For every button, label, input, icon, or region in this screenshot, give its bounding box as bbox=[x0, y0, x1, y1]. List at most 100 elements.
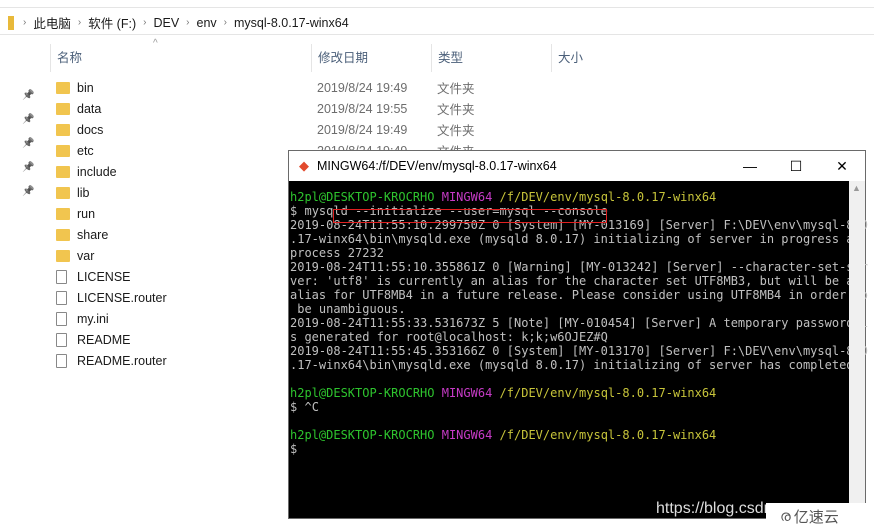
breadcrumb-item[interactable]: 软件 (F:) bbox=[88, 13, 136, 32]
list-item[interactable]: data 2019/8/24 19:55 文件夹 bbox=[56, 98, 476, 119]
command-text: ^C bbox=[304, 400, 319, 414]
prompt-path: /f/DEV/env/mysql-8.0.17-winx64 bbox=[499, 190, 717, 204]
chevron-right-icon: › bbox=[143, 17, 147, 28]
terminal-title: MINGW64:/f/DEV/env/mysql-8.0.17-winx64 bbox=[317, 159, 557, 173]
output-text: ver: 'utf8' is currently an alias for th… bbox=[290, 274, 861, 288]
prompt-user: h2pl@DESKTOP-KROCRHO bbox=[290, 190, 435, 204]
output-text: .17-winx64\bin\mysqld.exe (mysqld 8.0.17… bbox=[290, 358, 854, 372]
item-name: include bbox=[77, 164, 117, 179]
chevron-right-icon: › bbox=[77, 17, 82, 28]
close-button[interactable]: ✕ bbox=[819, 151, 865, 181]
terminal-line: process 27232 bbox=[290, 246, 850, 260]
terminal-output[interactable]: h2pl@DESKTOP-KROCRHO MINGW64 /f/DEV/env/… bbox=[290, 190, 868, 456]
pin-icon[interactable]: 📌 bbox=[22, 90, 34, 101]
pin-icon[interactable]: 📌 bbox=[22, 186, 34, 197]
breadcrumb[interactable]: › 此电脑 › 软件 (F:) › DEV › env › mysql-8.0.17-winx64 bbox=[0, 11, 874, 35]
item-date: 2019/8/24 19:55 bbox=[317, 101, 408, 116]
terminal-line: h2pl@DESKTOP-KROCRHO MINGW64 /f/DEV/env/… bbox=[290, 428, 850, 442]
terminal-line: be unambiguous. bbox=[290, 302, 850, 316]
breadcrumb-item[interactable]: env bbox=[197, 16, 217, 30]
scroll-up-icon[interactable]: ▲ bbox=[852, 183, 861, 193]
item-type: 文件夹 bbox=[437, 82, 475, 96]
prompt-env: MINGW64 bbox=[441, 190, 493, 204]
terminal-line: ver: 'utf8' is currently an alias for th… bbox=[290, 274, 861, 288]
watermark-url: https://blog.csdn bbox=[656, 500, 773, 517]
item-name: bin bbox=[77, 80, 94, 95]
item-date: 2019/8/24 19:49 bbox=[317, 122, 408, 137]
dollar: $ bbox=[290, 442, 298, 456]
terminal-line: $ bbox=[290, 442, 850, 456]
breadcrumb-item[interactable]: DEV bbox=[153, 16, 179, 30]
chevron-right-icon: › bbox=[223, 17, 228, 28]
prompt-env: MINGW64 bbox=[441, 386, 493, 400]
item-name: README bbox=[77, 332, 131, 347]
output-text: process 27232 bbox=[290, 246, 384, 260]
folder-icon bbox=[56, 81, 70, 94]
minimize-button[interactable]: — bbox=[727, 151, 773, 181]
item-name: lib bbox=[77, 185, 90, 200]
item-name: README.router bbox=[77, 353, 167, 368]
terminal-line: 2019-08-24T11:55:45.353166Z 0 [System] [… bbox=[290, 344, 868, 358]
output-text: be unambiguous. bbox=[290, 302, 406, 316]
chevron-right-icon: › bbox=[23, 17, 27, 28]
item-name: docs bbox=[77, 122, 104, 137]
command-highlight bbox=[333, 209, 607, 223]
list-item[interactable]: docs 2019/8/24 19:49 文件夹 bbox=[56, 119, 476, 140]
item-type: 文件夹 bbox=[437, 124, 475, 138]
watermark-brand: 亿速云 bbox=[793, 508, 839, 526]
file-icon bbox=[56, 332, 67, 347]
breadcrumb-item[interactable]: mysql-8.0.17-winx64 bbox=[234, 16, 349, 30]
ribbon bbox=[0, 0, 874, 8]
column-size[interactable]: 大小 bbox=[551, 44, 671, 72]
file-icon bbox=[56, 311, 67, 326]
file-icon bbox=[56, 353, 67, 368]
folder-icon bbox=[56, 102, 70, 115]
folder-icon bbox=[56, 228, 70, 241]
item-name: etc bbox=[77, 143, 94, 158]
folder-icon bbox=[56, 144, 70, 157]
git-icon: ◆ bbox=[299, 158, 309, 173]
terminal-line: 2019-08-24T11:55:10.355861Z 0 [Warning] … bbox=[290, 260, 868, 274]
item-name: var bbox=[77, 248, 95, 263]
dollar: $ bbox=[290, 400, 298, 414]
output-text: alias for UTF8MB4 in a future release. P… bbox=[290, 288, 868, 302]
terminal-line: h2pl@DESKTOP-KROCRHO MINGW64 /f/DEV/env/… bbox=[290, 386, 850, 400]
output-text: 2019-08-24T11:55:10.355861Z 0 [Warning] … bbox=[290, 260, 868, 274]
item-name: LICENSE bbox=[77, 269, 131, 284]
item-name: my.ini bbox=[77, 311, 109, 326]
output-text: s generated for root@localhost: k;k;w6OJ… bbox=[290, 330, 608, 344]
folder-icon bbox=[56, 165, 70, 178]
item-name: LICENSE.router bbox=[77, 290, 167, 305]
folder-icon bbox=[8, 15, 14, 30]
item-type: 文件夹 bbox=[437, 103, 475, 117]
terminal-window[interactable]: ◆ MINGW64:/f/DEV/env/mysql-8.0.17-winx64… bbox=[288, 150, 868, 519]
terminal-line: $ ^C bbox=[290, 400, 850, 414]
column-name[interactable]: 名称 bbox=[50, 44, 312, 72]
list-item[interactable]: bin 2019/8/24 19:49 文件夹 bbox=[56, 77, 476, 98]
cloud-logo-icon: ര bbox=[780, 507, 791, 525]
terminal-line: 2019-08-24T11:55:33.531673Z 5 [Note] [MY… bbox=[290, 316, 868, 330]
file-icon bbox=[56, 290, 67, 305]
terminal-line: s generated for root@localhost: k;k;w6OJ… bbox=[290, 330, 850, 344]
watermark-logo: ര 亿速云 bbox=[766, 503, 874, 529]
folder-icon bbox=[56, 123, 70, 136]
file-icon bbox=[56, 269, 67, 284]
column-date[interactable]: 修改日期 bbox=[311, 44, 431, 72]
item-name: run bbox=[77, 206, 96, 221]
dollar: $ bbox=[290, 204, 298, 218]
scrollbar[interactable]: ▲ bbox=[849, 181, 865, 518]
pin-icon[interactable]: 📌 bbox=[22, 138, 34, 149]
output-text: 2019-08-24T11:55:45.353166Z 0 [System] [… bbox=[290, 344, 868, 358]
output-text: .17-winx64\bin\mysqld.exe (mysqld 8.0.17… bbox=[290, 232, 861, 246]
pin-icon[interactable]: 📌 bbox=[22, 162, 34, 173]
item-date: 2019/8/24 19:49 bbox=[317, 80, 408, 95]
maximize-button[interactable]: ☐ bbox=[773, 151, 819, 181]
column-type[interactable]: 类型 bbox=[431, 44, 551, 72]
breadcrumb-item[interactable]: 此电脑 bbox=[33, 13, 71, 32]
folder-icon bbox=[56, 186, 70, 199]
folder-icon bbox=[56, 249, 70, 262]
pin-icon[interactable]: 📌 bbox=[22, 114, 34, 125]
prompt-path: /f/DEV/env/mysql-8.0.17-winx64 bbox=[499, 386, 717, 400]
